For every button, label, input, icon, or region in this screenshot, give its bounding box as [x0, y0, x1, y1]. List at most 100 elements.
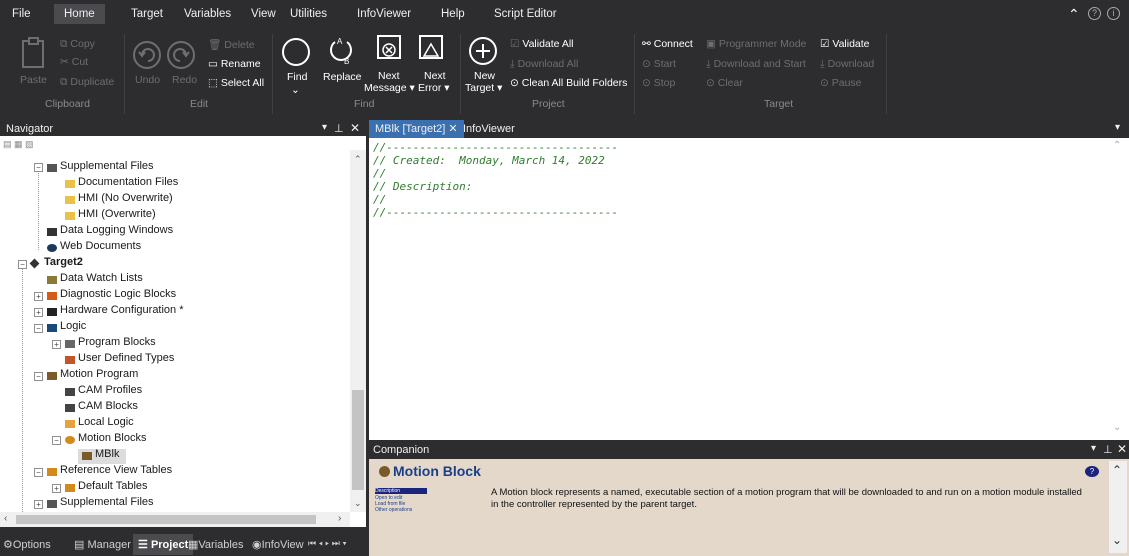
find-dropdown-icon[interactable]: ⌄	[291, 84, 300, 96]
pin-icon[interactable]: ⊥	[334, 122, 344, 135]
validate-all-button[interactable]: ☑ Validate All	[510, 38, 574, 50]
scroll-right-icon[interactable]: ›	[338, 513, 341, 524]
tree-item-mblk[interactable]: MBlk	[95, 448, 119, 460]
tab-mblk[interactable]: MBlk [Target2] ✕	[369, 120, 464, 138]
tree-item-data-logging-windows[interactable]: Data Logging Windows	[60, 224, 173, 236]
tree-item-logic[interactable]: Logic	[60, 320, 86, 332]
menu-script-editor[interactable]: Script Editor	[494, 8, 557, 20]
vertical-scrollbar[interactable]: ⌃ ⌄	[350, 150, 366, 512]
delete-button[interactable]: 🗑 Delete	[208, 38, 255, 51]
redo-button[interactable]: Redo	[172, 74, 197, 86]
help-icon[interactable]: ?	[1088, 7, 1101, 20]
undo-button[interactable]: Undo	[135, 74, 160, 86]
find-button[interactable]: Find	[287, 71, 307, 83]
expand-toggle[interactable]: −	[34, 468, 43, 477]
paste-button[interactable]: Paste	[20, 74, 47, 86]
menu-home[interactable]: Home	[54, 4, 105, 24]
navigator-toolbar-icons[interactable]: ▤ ▦ ▧	[3, 139, 34, 150]
tree-item-diagnostic-logic-blocks[interactable]: Diagnostic Logic Blocks	[60, 288, 176, 300]
tree-item-motion-blocks[interactable]: Motion Blocks	[78, 432, 146, 444]
tree-item-cam-blocks[interactable]: CAM Blocks	[78, 400, 138, 412]
tree-item-cam-profiles[interactable]: CAM Profiles	[78, 384, 142, 396]
expand-toggle[interactable]: −	[52, 436, 61, 445]
pin-icon[interactable]: ⊥	[1103, 443, 1113, 456]
download-start-button[interactable]: ⤓ Download and Start	[706, 58, 806, 71]
tab-scroll-icons[interactable]: ⏮ ◂ ▸ ⏭ ▾	[308, 538, 347, 549]
tree-item-hmi-no-overwrite[interactable]: HMI (No Overwrite)	[78, 192, 173, 204]
select-all-button[interactable]: ⬚ Select All	[208, 77, 264, 89]
horizontal-scrollbar[interactable]: ‹ ›	[0, 512, 350, 527]
start-button[interactable]: ⊙ Start	[642, 58, 676, 70]
expand-toggle[interactable]: +	[52, 340, 61, 349]
expand-toggle[interactable]: +	[52, 484, 61, 493]
copy-button[interactable]: ⧉ Copy	[60, 38, 95, 51]
validate-button[interactable]: ☑ Validate	[820, 38, 870, 50]
help-icon[interactable]: ?	[1085, 466, 1099, 477]
tab-variables[interactable]: ▦Variables	[188, 538, 243, 551]
code-editor[interactable]: //----------------------------------- //…	[369, 138, 1129, 440]
expand-toggle[interactable]: +	[34, 292, 43, 301]
companion-link-other[interactable]: Other operations	[375, 507, 412, 513]
close-icon[interactable]: ✕	[350, 121, 360, 135]
tab-infoviewer[interactable]: InfoViewer	[463, 123, 515, 135]
new-target-button[interactable]: Target ▾	[465, 82, 502, 94]
tree-item-supplemental-files[interactable]: Supplemental Files	[60, 160, 154, 172]
scroll-up-icon[interactable]: ⌃	[1113, 140, 1121, 151]
menu-help[interactable]: Help	[441, 8, 465, 20]
tree-item-data-watch-lists[interactable]: Data Watch Lists	[60, 272, 143, 284]
expand-toggle[interactable]: +	[34, 308, 43, 317]
clear-button[interactable]: ⊙ Clear	[706, 77, 743, 89]
companion-scrollbar[interactable]: ⌃ ⌄	[1109, 461, 1127, 553]
rename-button[interactable]: ▭ Rename	[208, 58, 261, 70]
scrollbar-thumb[interactable]	[16, 515, 316, 524]
close-icon[interactable]: ✕	[1117, 442, 1127, 456]
tree-item-user-defined-types[interactable]: User Defined Types	[78, 352, 174, 364]
tree-item-program-blocks[interactable]: Program Blocks	[78, 336, 156, 348]
pane-dropdown-icon[interactable]: ▾	[1091, 443, 1096, 454]
tab-list-dropdown-icon[interactable]: ▾	[1115, 122, 1120, 133]
programmer-mode-button[interactable]: ▣ Programmer Mode	[706, 38, 806, 50]
close-tab-icon[interactable]: ✕	[448, 123, 457, 135]
tree-item-web-documents[interactable]: Web Documents	[60, 240, 141, 252]
connect-button[interactable]: ⚯ Connect	[642, 38, 693, 50]
scroll-left-icon[interactable]: ‹	[4, 513, 7, 524]
pause-button[interactable]: ⊙ Pause	[820, 77, 862, 89]
tab-infoview[interactable]: ◉InfoView	[252, 538, 304, 551]
menu-variables[interactable]: Variables	[184, 8, 231, 20]
download-all-button[interactable]: ⤓ Download All	[510, 58, 578, 71]
info-icon[interactable]: i	[1107, 7, 1120, 20]
tab-manager[interactable]: ▤ Manager	[74, 538, 131, 551]
collapse-ribbon-icon[interactable]: ⌃	[1068, 6, 1080, 23]
tab-options[interactable]: ⚙Options	[3, 538, 51, 551]
next-error-button[interactable]: Error ▾	[418, 82, 450, 94]
expand-toggle[interactable]: −	[34, 324, 43, 333]
tree-item-target2[interactable]: Target2	[44, 256, 83, 268]
pane-dropdown-icon[interactable]: ▾	[322, 122, 327, 133]
scroll-down-icon[interactable]: ⌄	[354, 498, 362, 509]
menu-target[interactable]: Target	[131, 8, 163, 20]
menu-view[interactable]: View	[251, 8, 276, 20]
scroll-down-icon[interactable]: ⌄	[1112, 533, 1122, 547]
scroll-up-icon[interactable]: ⌃	[1112, 463, 1122, 477]
tree-item-hardware-configuration[interactable]: Hardware Configuration *	[60, 304, 184, 316]
tree-item-local-logic[interactable]: Local Logic	[78, 416, 134, 428]
download-button[interactable]: ⤓ Download	[820, 58, 874, 71]
stop-button[interactable]: ⊙ Stop	[642, 77, 675, 89]
menu-infoviewer[interactable]: InfoViewer	[357, 8, 411, 20]
next-message-button[interactable]: Message ▾	[364, 82, 415, 94]
tree-item-hmi-overwrite[interactable]: HMI (Overwrite)	[78, 208, 156, 220]
expand-toggle[interactable]: −	[18, 260, 27, 269]
replace-button[interactable]: Replace	[323, 71, 362, 83]
tree-item-reference-view-tables[interactable]: Reference View Tables	[60, 464, 172, 476]
tree-item-documentation-files[interactable]: Documentation Files	[78, 176, 178, 188]
tree-item-default-tables[interactable]: Default Tables	[78, 480, 148, 492]
expand-toggle[interactable]: −	[34, 372, 43, 381]
menu-utilities[interactable]: Utilities	[290, 8, 327, 20]
clean-all-button[interactable]: ⊙ Clean All Build Folders	[510, 77, 627, 89]
duplicate-button[interactable]: ⧉ Duplicate	[60, 76, 114, 89]
expand-toggle[interactable]: −	[34, 163, 43, 172]
tree-item-motion-program[interactable]: Motion Program	[60, 368, 138, 380]
tab-project[interactable]: ☰ Project	[133, 534, 194, 555]
scroll-down-icon[interactable]: ⌄	[1113, 422, 1121, 433]
menu-file[interactable]: File	[12, 8, 31, 20]
